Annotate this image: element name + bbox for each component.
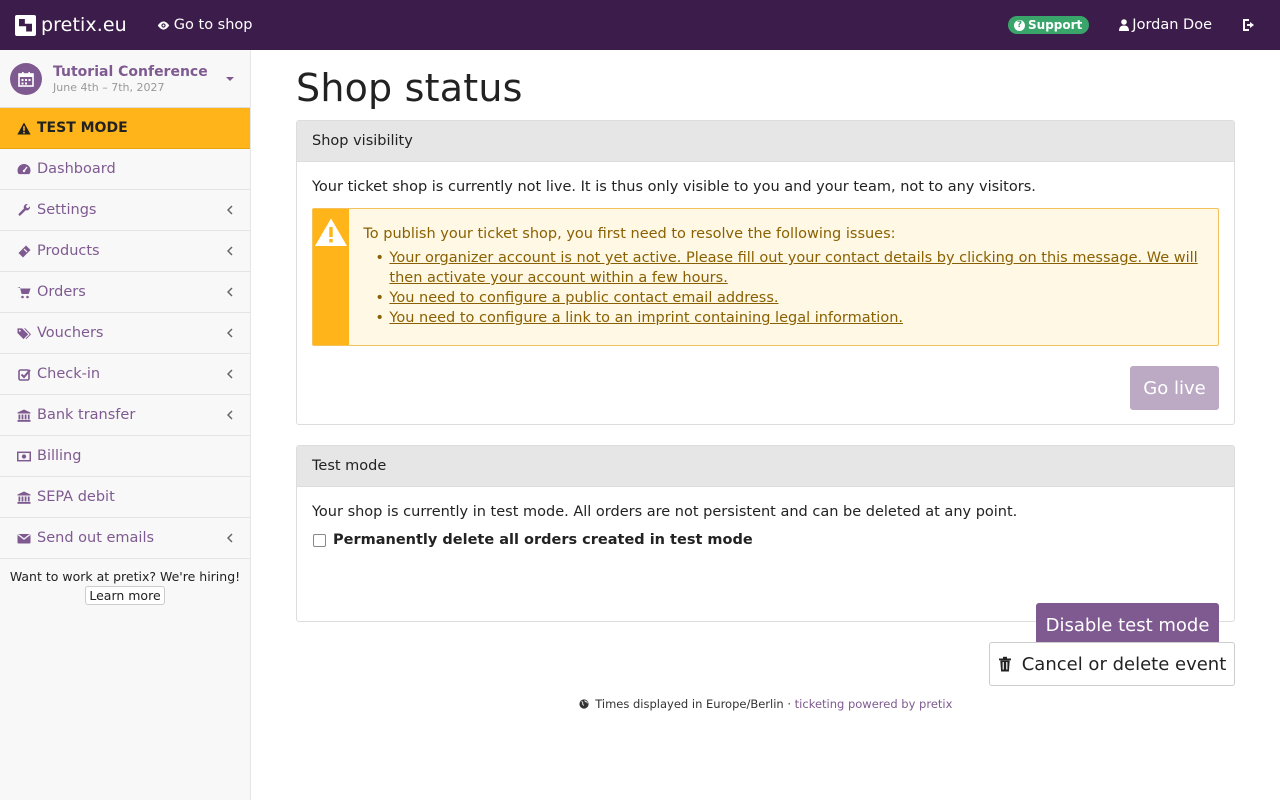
panel-heading: Shop visibility <box>297 121 1234 162</box>
sidebar-item-orders[interactable]: Orders <box>0 272 250 313</box>
sidebar-item-label: Send out emails <box>37 530 155 546</box>
sidebar-item-label: SEPA debit <box>37 489 115 505</box>
trash-icon <box>998 656 1012 672</box>
go-to-shop-label: Go to shop <box>173 17 253 33</box>
globe-icon <box>578 698 589 709</box>
timezone-text: Times displayed in Europe/Berlin · <box>595 697 792 711</box>
visibility-status-text: Your ticket shop is currently not live. … <box>312 179 1036 195</box>
sidebar-item-label: Products <box>37 243 100 259</box>
sidebar-item-check-in[interactable]: Check-in <box>0 354 250 395</box>
test-mode-indicator[interactable]: TEST MODE <box>0 108 250 149</box>
panel-heading: Test mode <box>297 446 1234 487</box>
chevron-left-icon <box>227 369 233 379</box>
dashboard-icon <box>17 163 31 176</box>
sidebar-nav: Dashboard Settings Products Orders Vouch… <box>0 149 250 559</box>
sidebar-item-label: Settings <box>37 202 97 218</box>
go-live-button[interactable]: Go live <box>1130 366 1219 410</box>
sidebar-item-label: Dashboard <box>37 161 116 177</box>
sidebar-item-label: Check-in <box>37 366 101 382</box>
cart-icon <box>17 286 31 299</box>
bank-icon <box>17 491 31 504</box>
tags-icon <box>17 327 31 340</box>
envelope-icon <box>17 532 31 545</box>
sidebar-item-sepa-debit[interactable]: SEPA debit <box>0 477 250 518</box>
chevron-left-icon <box>227 533 233 543</box>
caret-down-icon <box>226 77 234 81</box>
ticket-icon <box>17 245 31 258</box>
footer: Times displayed in Europe/Berlin · ticke… <box>296 697 1235 711</box>
go-to-shop-link[interactable]: Go to shop <box>157 17 253 33</box>
disable-test-mode-button[interactable]: Disable test mode <box>1036 603 1219 647</box>
cancel-or-delete-event-button[interactable]: Cancel or delete event <box>989 642 1235 686</box>
chevron-left-icon <box>227 246 233 256</box>
wrench-icon <box>17 203 31 217</box>
sidebar-item-bank-transfer[interactable]: Bank transfer <box>0 395 250 436</box>
publish-issues-alert: To publish your ticket shop, you first n… <box>312 208 1219 346</box>
issue-link-imprint[interactable]: You need to configure a link to an impri… <box>375 308 1204 328</box>
support-label: Support <box>1028 18 1083 32</box>
money-icon <box>17 450 31 463</box>
hiring-text: Want to work at pretix? We're hiring! <box>9 569 241 584</box>
powered-by-pretix-link[interactable]: ticketing powered by pretix <box>795 697 953 711</box>
page-title: Shop status <box>296 66 523 110</box>
brand-name: pretix.eu <box>41 14 127 36</box>
warning-icon <box>17 122 31 135</box>
sidebar-item-send-out-emails[interactable]: Send out emails <box>0 518 250 559</box>
eye-icon <box>157 19 170 32</box>
user-icon <box>1119 19 1130 31</box>
sidebar-item-label: Orders <box>37 284 86 300</box>
sidebar-item-settings[interactable]: Settings <box>0 190 250 231</box>
alert-intro: To publish your ticket shop, you first n… <box>363 226 896 242</box>
event-title: Tutorial Conference <box>53 63 208 80</box>
sidebar-item-label: Bank transfer <box>37 407 136 423</box>
event-date: June 4th – 7th, 2027 <box>53 80 165 94</box>
sidebar-item-label: Billing <box>37 448 82 464</box>
bank-icon <box>17 409 31 422</box>
sidebar-item-billing[interactable]: Billing <box>0 436 250 477</box>
hiring-notice: Want to work at pretix? We're hiring! Le… <box>0 559 250 605</box>
test-mode-panel: Test mode Your shop is currently in test… <box>296 445 1235 647</box>
delete-test-orders-option[interactable]: Permanently delete all orders created in… <box>312 532 1219 548</box>
sidebar-item-vouchers[interactable]: Vouchers <box>0 313 250 354</box>
check-square-icon <box>17 368 31 381</box>
test-mode-label: TEST MODE <box>37 120 128 136</box>
checkbox-label: Permanently delete all orders created in… <box>333 532 753 548</box>
chevron-left-icon <box>227 410 233 420</box>
pretix-logo-icon <box>15 14 36 36</box>
question-icon: ? <box>1014 19 1026 31</box>
issue-link-account-inactive[interactable]: Your organizer account is not yet active… <box>375 248 1204 288</box>
delete-test-orders-checkbox[interactable] <box>313 533 326 547</box>
issue-link-contact-email[interactable]: You need to configure a public contact e… <box>375 288 1204 308</box>
issue-list: Your organizer account is not yet active… <box>375 248 1204 328</box>
test-mode-text: Your shop is currently in test mode. All… <box>312 504 1018 520</box>
cancel-event-label: Cancel or delete event <box>1021 653 1227 675</box>
user-menu[interactable]: Jordan Doe <box>1119 17 1212 33</box>
calendar-icon <box>10 62 42 95</box>
brand-link[interactable]: pretix.eu <box>15 0 127 50</box>
alert-sidebar <box>313 209 350 345</box>
event-selector[interactable]: Tutorial Conference June 4th – 7th, 2027 <box>0 50 250 108</box>
shop-visibility-panel: Shop visibility Your ticket shop is curr… <box>296 120 1235 425</box>
chevron-left-icon <box>227 287 233 297</box>
chevron-left-icon <box>227 328 233 338</box>
learn-more-button[interactable]: Learn more <box>85 586 165 605</box>
chevron-left-icon <box>227 205 233 215</box>
sidebar-item-label: Vouchers <box>37 325 104 341</box>
support-badge[interactable]: ? Support <box>1008 16 1090 34</box>
top-navbar: pretix.eu Go to shop ? Support Jordan Do… <box>0 0 1280 50</box>
sidebar-item-products[interactable]: Products <box>0 231 250 272</box>
user-name: Jordan Doe <box>1132 17 1212 33</box>
sidebar: Tutorial Conference June 4th – 7th, 2027… <box>0 50 251 800</box>
warning-icon <box>314 217 348 345</box>
logout-icon[interactable] <box>1242 18 1256 32</box>
sidebar-item-dashboard[interactable]: Dashboard <box>0 149 250 190</box>
